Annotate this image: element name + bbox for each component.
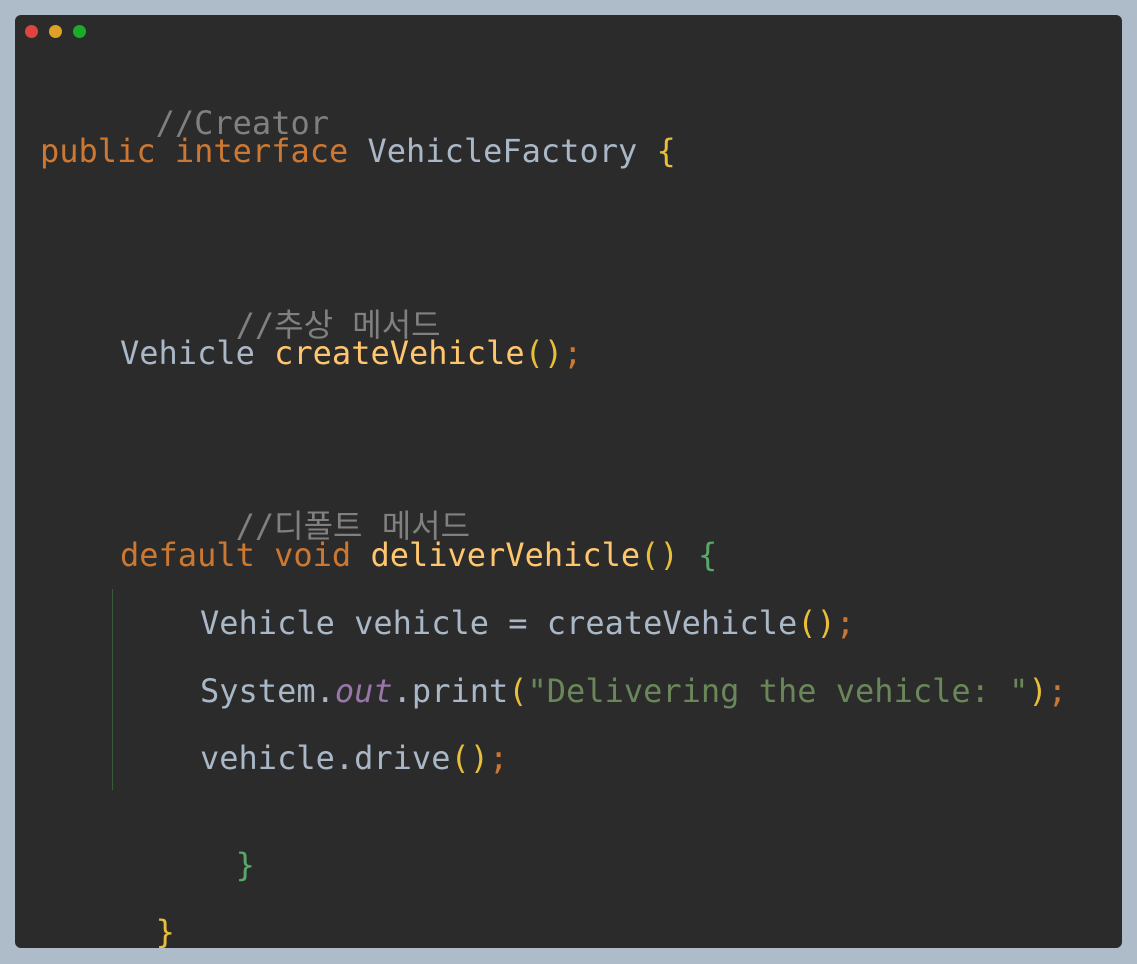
method-deliver-vehicle: deliverVehicle bbox=[370, 536, 641, 574]
assign-op: = bbox=[508, 604, 528, 642]
code-line-2: public interface VehicleFactory { bbox=[40, 131, 676, 171]
code-block: //Creator public interface VehicleFactor… bbox=[15, 15, 1122, 948]
code-window: //Creator public interface VehicleFactor… bbox=[15, 15, 1122, 948]
var-name: vehicle bbox=[354, 604, 489, 642]
parens: () bbox=[450, 739, 489, 777]
code-line-10: } bbox=[120, 805, 255, 884]
dot: . bbox=[315, 672, 335, 710]
keyword-void: void bbox=[274, 536, 352, 574]
left-paren: ( bbox=[508, 672, 528, 710]
keyword-public: public bbox=[40, 132, 156, 170]
code-line-7: Vehicle vehicle = createVehicle(); bbox=[200, 603, 855, 643]
method-create-vehicle: createVehicle bbox=[274, 334, 525, 372]
dot: . bbox=[392, 672, 412, 710]
right-paren: ) bbox=[1028, 672, 1048, 710]
open-brace: { bbox=[656, 132, 676, 170]
return-type: Vehicle bbox=[120, 334, 255, 372]
interface-name: VehicleFactory bbox=[367, 132, 638, 170]
parens: () bbox=[640, 536, 679, 574]
code-line-9: vehicle.drive(); bbox=[200, 738, 508, 778]
keyword-interface: interface bbox=[174, 132, 349, 170]
method-drive: drive bbox=[354, 739, 451, 777]
method-print: print bbox=[411, 672, 509, 710]
semicolon: ; bbox=[563, 334, 583, 372]
call-create-vehicle: createVehicle bbox=[546, 604, 798, 642]
obj-vehicle: vehicle bbox=[200, 739, 335, 777]
code-line-3: //추상 메서드 bbox=[120, 265, 441, 344]
semicolon: ; bbox=[488, 739, 509, 777]
close-brace-inner: } bbox=[235, 846, 255, 884]
code-line-6: default void deliverVehicle() { bbox=[120, 535, 717, 575]
keyword-default: default bbox=[120, 536, 255, 574]
dot: . bbox=[334, 739, 355, 777]
code-line-11: } bbox=[40, 872, 175, 948]
code-line-1: //Creator bbox=[40, 63, 329, 142]
code-line-4: Vehicle createVehicle(); bbox=[120, 333, 582, 373]
parens: () bbox=[797, 604, 836, 642]
code-line-8: System.out.print("Delivering the vehicle… bbox=[200, 671, 1067, 711]
semicolon: ; bbox=[1047, 672, 1067, 710]
parens: () bbox=[524, 334, 564, 372]
close-brace: } bbox=[155, 913, 175, 948]
indent-guide bbox=[112, 589, 113, 790]
open-brace-inner: { bbox=[697, 536, 718, 574]
code-line-5: //디폴트 메서드 bbox=[120, 466, 470, 545]
semicolon: ; bbox=[835, 604, 856, 642]
field-out: out bbox=[334, 672, 393, 710]
var-type: Vehicle bbox=[200, 604, 335, 642]
class-system: System bbox=[200, 672, 316, 710]
string-literal: "Delivering the vehicle: " bbox=[527, 672, 1029, 710]
